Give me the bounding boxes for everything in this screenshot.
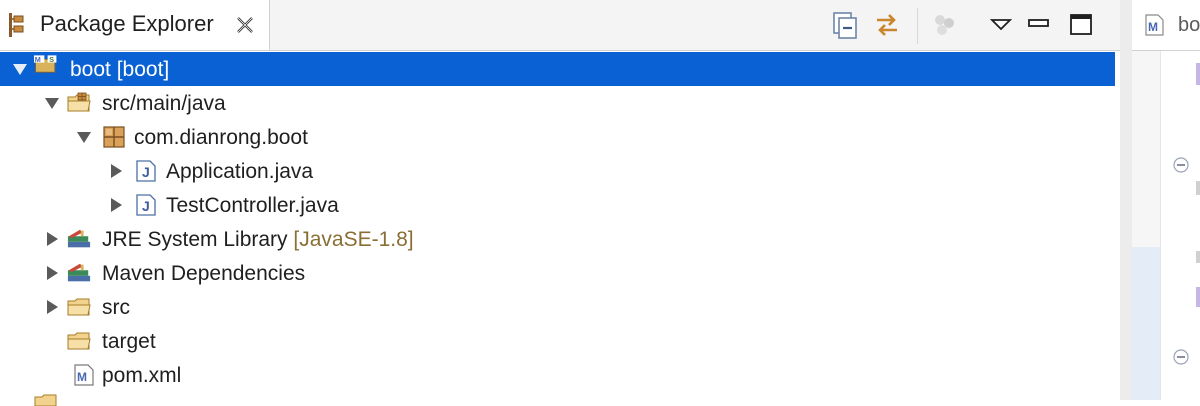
svg-text:M: M <box>1148 20 1158 34</box>
text-edge-mark <box>1196 287 1200 307</box>
tree-item-label: com.dianrong.boot <box>134 126 308 149</box>
collapsed-arrow-icon[interactable] <box>44 265 60 281</box>
svg-text:M: M <box>35 55 41 64</box>
tree-item-label: boot [boot] <box>70 58 170 81</box>
maven-project-icon: M S <box>34 55 57 73</box>
editor-tab-label: bo <box>1178 14 1200 36</box>
minimize-icon[interactable] <box>1024 10 1054 40</box>
package-tree: M S boot [boot] src/main/java com.dianro… <box>0 52 1120 406</box>
svg-text:J: J <box>142 164 150 180</box>
svg-text:S: S <box>49 55 54 64</box>
folder-icon <box>67 332 91 350</box>
source-folder-icon <box>67 92 91 112</box>
text-edge-mark <box>1196 251 1200 263</box>
package-explorer-tab[interactable]: Package Explorer <box>0 0 270 50</box>
view-divider[interactable] <box>1120 0 1132 400</box>
editor-tab[interactable]: M bo <box>1132 0 1200 51</box>
collapsed-arrow-icon[interactable] <box>44 299 60 315</box>
folder-icon <box>34 394 57 406</box>
tree-item-package[interactable]: com.dianrong.boot <box>0 120 1120 154</box>
folder-icon <box>67 298 91 316</box>
toolbar-separator <box>917 8 918 44</box>
tree-item-folder-src[interactable]: src <box>0 290 1120 324</box>
fold-collapse-icon[interactable] <box>1173 157 1189 173</box>
tree-item-label: src/main/java <box>102 92 226 115</box>
ruler-highlight <box>1132 247 1160 400</box>
fold-collapse-icon[interactable] <box>1173 349 1189 365</box>
close-icon[interactable] <box>234 14 256 36</box>
link-with-editor-icon[interactable] <box>872 10 902 40</box>
tree-item-jre-library[interactable]: JRE System Library [JavaSE-1.8] <box>0 222 1120 256</box>
view-title: Package Explorer <box>40 11 214 36</box>
tree-item-label: pom.xml <box>102 364 182 387</box>
collapsed-arrow-icon[interactable] <box>108 197 124 213</box>
focus-on-active-task-icon[interactable] <box>929 10 959 40</box>
tree-item-folder-target[interactable]: target <box>0 324 1120 358</box>
expanded-arrow-icon[interactable] <box>76 129 92 145</box>
collapsed-arrow-icon[interactable] <box>44 231 60 247</box>
tree-item-label: Application.java <box>166 160 314 183</box>
collapsed-arrow-icon[interactable] <box>108 163 124 179</box>
package-explorer-icon <box>9 13 24 37</box>
tree-item-label: src <box>102 296 130 319</box>
tree-item-label: Maven Dependencies <box>102 262 306 285</box>
tree-item-pom[interactable]: M pom.xml <box>0 358 1120 392</box>
tree-item-label: JRE System Library [JavaSE-1.8] <box>102 228 414 252</box>
view-menu-icon[interactable] <box>986 10 1016 40</box>
editor-content[interactable] <box>1161 51 1200 400</box>
tree-item-java-file[interactable]: J Application.java <box>0 154 1120 188</box>
java-file-icon: J <box>136 194 156 216</box>
editor-ruler <box>1132 51 1161 400</box>
view-toolbar: Package Explorer <box>0 0 1120 51</box>
expanded-arrow-icon[interactable] <box>12 61 28 77</box>
collapse-all-icon[interactable] <box>830 10 860 40</box>
library-icon <box>67 229 91 248</box>
library-icon <box>67 263 91 282</box>
maven-pom-icon: M <box>74 364 94 386</box>
tree-item-source-folder[interactable]: src/main/java <box>0 86 1120 120</box>
java-file-icon: J <box>136 160 156 182</box>
svg-text:M: M <box>77 370 87 384</box>
text-edge-mark <box>1196 181 1200 195</box>
jre-version-decoration: [JavaSE-1.8] <box>293 228 414 251</box>
expanded-arrow-icon[interactable] <box>44 95 60 111</box>
library-name: JRE System Library <box>102 228 288 251</box>
maven-pom-icon: M <box>1145 14 1164 36</box>
tree-item-java-file[interactable]: J TestController.java <box>0 188 1120 222</box>
text-edge-mark <box>1196 63 1200 85</box>
tree-item-label: target <box>102 330 156 353</box>
tree-item-label: TestController.java <box>166 194 339 217</box>
tree-item-project[interactable]: M S boot [boot] <box>0 52 1115 86</box>
svg-text:J: J <box>142 198 150 214</box>
tree-item-maven-dependencies[interactable]: Maven Dependencies <box>0 256 1120 290</box>
package-icon <box>103 126 125 148</box>
maximize-icon[interactable] <box>1066 10 1096 40</box>
